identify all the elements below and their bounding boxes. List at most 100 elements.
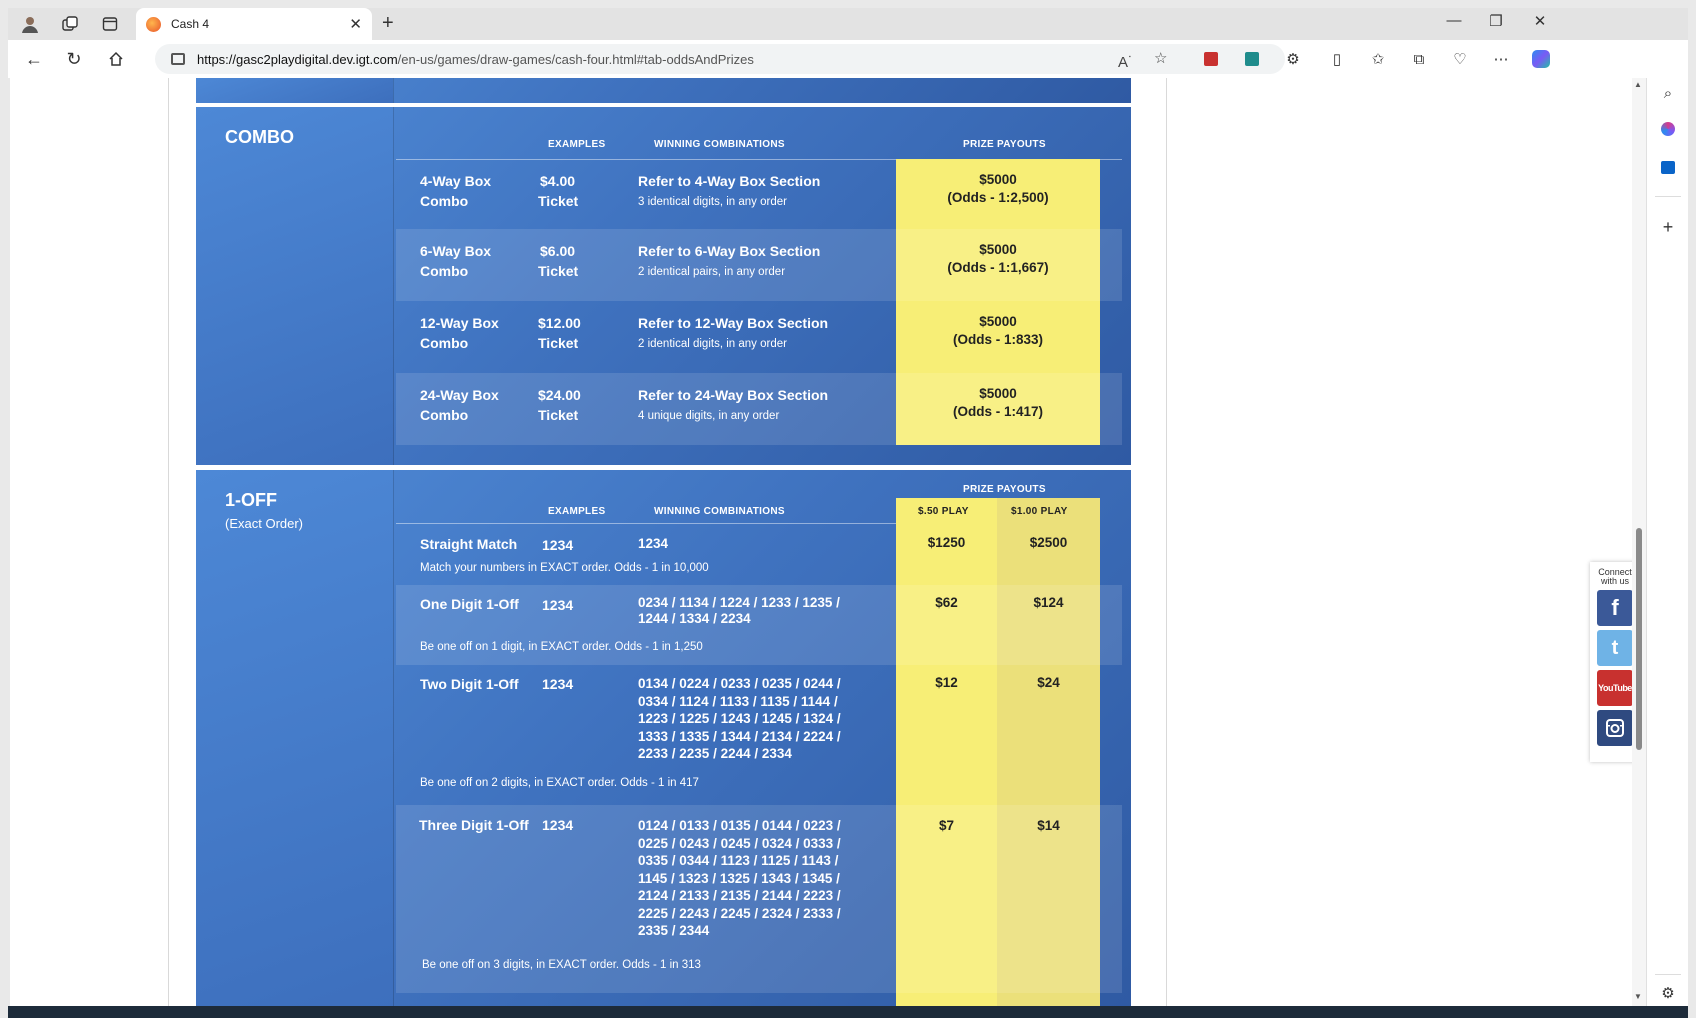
tab-strip: Cash 4 ✕ + — ❐ ✕	[8, 8, 1688, 40]
combo-row-example: $12.00	[538, 315, 581, 331]
winning-line: 1333 / 1335 / 1344 / 2134 / 2224 /	[638, 728, 841, 744]
combo-row-odds: (Odds - 1:1,667)	[947, 260, 1049, 275]
workspaces-icon[interactable]	[56, 12, 84, 36]
one-off-row-example: 1234	[542, 817, 574, 833]
one-off-row-note: Be one off on 2 digits, in EXACT order. …	[420, 777, 699, 789]
combo-row-name: 12-Way Box	[420, 315, 499, 331]
combo-row-description: 4 unique digits, in any order	[638, 410, 780, 422]
combo-row-prize: $5000	[979, 386, 1017, 401]
one-off-row-winning: 0124 / 0133 / 0135 / 0144 / 0223 / 0225 …	[638, 817, 841, 940]
scroll-down-arrow-icon[interactable]: ▼	[1634, 992, 1642, 1001]
page-viewport: COMBO EXAMPLES WINNING COMBINATIONS PRIZ…	[10, 78, 1632, 1006]
sidebar-outlook-icon[interactable]	[1657, 156, 1679, 178]
combo-row-winning: Refer to 4-Way Box Section	[638, 173, 821, 189]
copilot-icon[interactable]	[1530, 48, 1552, 70]
favorite-star-icon[interactable]: ☆	[1154, 49, 1167, 67]
instagram-icon[interactable]	[1597, 710, 1632, 746]
combo-row-prize: $5000	[979, 172, 1017, 187]
combo-row-name-2: Combo	[420, 263, 469, 279]
one-off-subtitle: (Exact Order)	[225, 516, 304, 531]
home-icon[interactable]	[102, 47, 130, 71]
one-off-examples-header: EXAMPLES	[548, 506, 606, 517]
combo-row-name: 6-Way Box	[420, 243, 492, 259]
url-field[interactable]: https://gasc2playdigital.dev.igt.com/en-…	[155, 44, 1285, 74]
one-off-row-example: 1234	[542, 676, 574, 692]
tab-actions-icon[interactable]	[96, 12, 124, 36]
social-caption-line-2: with us	[1600, 576, 1629, 586]
combo-row: 4-Way Box Combo $4.00 Ticket Refer to 4-…	[396, 159, 1122, 229]
sidebar-settings-icon[interactable]: ⚙	[1657, 982, 1679, 1004]
combo-row-winning: Refer to 12-Way Box Section	[638, 315, 829, 331]
winning-line: 0124 / 0133 / 0135 / 0144 / 0223 /	[638, 818, 841, 833]
url-path: /en-us/games/draw-games/cash-four.html#t…	[397, 51, 754, 67]
winning-line: 2225 / 2243 / 2245 / 2324 / 2333 /	[638, 905, 841, 921]
sidebar-add-icon[interactable]: +	[1657, 216, 1679, 238]
browser-tab[interactable]: Cash 4 ✕	[136, 8, 372, 40]
combo-payouts-header: PRIZE PAYOUTS	[963, 139, 1046, 150]
combo-row-winning: Refer to 6-Way Box Section	[638, 243, 821, 259]
combo-row-example-2: Ticket	[538, 263, 579, 279]
winning-line: 0335 / 0344 / 1123 / 1125 / 1143 /	[638, 853, 839, 868]
split-screen-icon[interactable]: ▯	[1326, 48, 1348, 70]
one-off-row-prize-100: $124	[1033, 595, 1064, 610]
winning-line: 2233 / 2235 / 2244 / 2334	[638, 746, 792, 761]
one-off-row-prize-50: $1250	[927, 535, 966, 550]
one-off-row: Two Digit 1-Off 1234 0134 / 0224 / 0233 …	[396, 665, 1122, 805]
one-off-row-winning: 0134 / 0224 / 0233 / 0235 / 0244 / 0334 …	[638, 675, 841, 763]
browser-essentials-icon[interactable]: ♡	[1449, 48, 1471, 70]
minimize-icon[interactable]: —	[1434, 12, 1474, 29]
refresh-icon[interactable]: ↻	[60, 47, 88, 71]
combo-row-example-2: Ticket	[538, 335, 579, 351]
sidebar-m365-icon[interactable]	[1657, 118, 1679, 140]
one-off-row-prize-100: $2500	[1029, 535, 1068, 550]
sidebar-search-icon[interactable]: ⌕	[1657, 82, 1679, 104]
new-tab-icon[interactable]: +	[382, 12, 394, 35]
winning-line: 1244 / 1334 / 2234	[638, 611, 751, 626]
one-off-row-note: Be one off on 1 digit, in EXACT order. O…	[420, 641, 703, 653]
combo-row-description: 3 identical digits, in any order	[638, 196, 787, 208]
combo-row: 24-Way Box Combo $24.00 Ticket Refer to …	[396, 373, 1122, 445]
combo-row-example-2: Ticket	[538, 407, 579, 423]
edge-sidebar: ⌕ + ⚙	[1646, 78, 1688, 1006]
combo-row-example: $6.00	[540, 243, 576, 259]
combo-row-example: $4.00	[540, 173, 576, 189]
restore-icon[interactable]: ❐	[1476, 12, 1516, 30]
collections-icon[interactable]: ⧉	[1408, 48, 1430, 70]
close-window-icon[interactable]: ✕	[1520, 12, 1560, 30]
one-off-row-prize-50: $62	[935, 595, 958, 610]
previous-section-left	[196, 78, 394, 103]
one-off-row-prize-100: $14	[1037, 818, 1060, 833]
combo-row-description: 2 identical digits, in any order	[638, 338, 787, 350]
one-off-left-panel	[196, 470, 394, 1006]
combo-row-name: 24-Way Box	[420, 387, 499, 403]
one-off-row-example: 1234	[542, 537, 574, 553]
one-off-payouts-header: PRIZE PAYOUTS	[963, 484, 1046, 495]
content-border-left	[168, 78, 169, 1006]
youtube-icon[interactable]: YouTube	[1597, 670, 1632, 706]
read-aloud-icon[interactable]: Aᐧ	[1118, 49, 1131, 71]
winning-line: 1145 / 1323 / 1325 / 1343 / 1345 /	[638, 870, 840, 886]
more-menu-icon[interactable]: ⋯	[1490, 48, 1512, 70]
extension-teal-icon[interactable]	[1241, 48, 1263, 70]
winning-line: 1223 / 1225 / 1243 / 1245 / 1324 /	[638, 711, 841, 726]
extensions-puzzle-icon[interactable]: ⚙	[1282, 48, 1304, 70]
facebook-icon[interactable]: f	[1597, 590, 1632, 626]
favorites-icon[interactable]: ✩	[1367, 48, 1389, 70]
one-off-row: Three Digit 1-Off 1234 0124 / 0133 / 013…	[396, 805, 1122, 993]
back-icon[interactable]: ←	[20, 47, 48, 71]
combo-title: COMBO	[225, 127, 294, 147]
close-tab-icon[interactable]: ✕	[349, 15, 362, 33]
twitter-icon[interactable]: t	[1597, 630, 1632, 666]
winning-line: 1234	[638, 536, 669, 551]
vertical-scrollbar[interactable]: ▲ ▼	[1632, 78, 1646, 1006]
extension-red-icon[interactable]	[1200, 48, 1222, 70]
winning-line: 0334 / 1124 / 1133 / 1135 / 1144 /	[638, 693, 838, 709]
profile-avatar-icon[interactable]	[16, 12, 44, 36]
one-off-100-header: $1.00 PLAY	[1011, 506, 1068, 517]
lock-icon[interactable]	[171, 53, 185, 65]
one-off-row-winning: 1234	[638, 535, 668, 553]
combo-row: 6-Way Box Combo $6.00 Ticket Refer to 6-…	[396, 229, 1122, 301]
scrollbar-thumb[interactable]	[1636, 528, 1642, 750]
site-favicon-icon	[146, 16, 161, 32]
scroll-up-arrow-icon[interactable]: ▲	[1634, 80, 1642, 89]
